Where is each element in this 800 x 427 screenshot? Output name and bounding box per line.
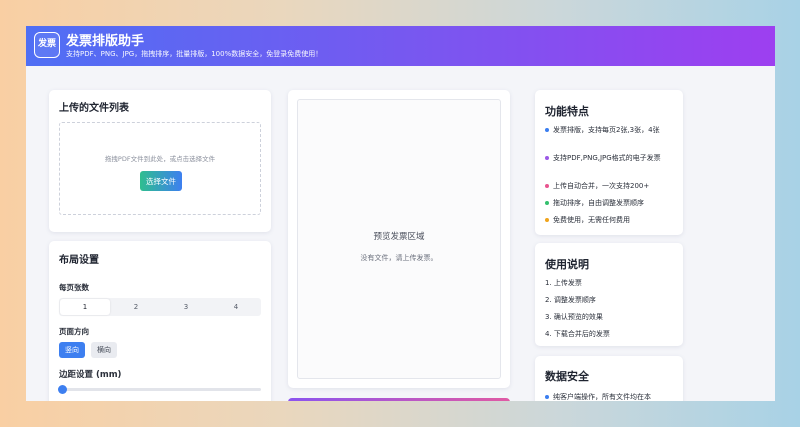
feature-item: 免费使用，无需任何费用	[545, 214, 677, 226]
orientation-label: 页面方向	[59, 327, 89, 336]
upload-card-title: 上传的文件列表	[59, 103, 129, 114]
per-page-label: 每页张数	[59, 283, 89, 292]
margin-slider-track[interactable]	[62, 388, 261, 391]
feature-bullet-icon	[545, 218, 549, 222]
feature-bullet-icon	[545, 128, 549, 132]
dropzone-hint: 拖拽PDF文件到此处，或点击选择文件	[104, 155, 216, 163]
per-page-option-1[interactable]: 1	[60, 299, 110, 315]
app-subtitle: 支持PDF、PNG、JPG，拖拽排序，批量排版，100%数据安全，免登录免费使用…	[66, 50, 323, 58]
choose-file-button[interactable]: 选择文件	[140, 171, 182, 191]
feature-item: 支持PDF,PNG,JPG格式的电子发票	[545, 152, 677, 164]
layout-card-title: 布局设置	[59, 255, 99, 266]
usage-step: 1. 上传发票	[545, 279, 582, 287]
usage-card-title: 使用说明	[545, 258, 589, 271]
feature-bullet-icon	[545, 184, 549, 188]
orientation-landscape-button[interactable]: 横向	[91, 342, 117, 358]
margin-label: 边距设置 (mm)	[59, 370, 122, 380]
app-header: 发票 发票排版助手 支持PDF、PNG、JPG，拖拽排序，批量排版，100%数据…	[26, 26, 775, 66]
per-page-option-4[interactable]: 4	[211, 298, 261, 316]
feature-item: 拖动排序，自由调整发票顺序	[545, 197, 677, 209]
generate-button-edge[interactable]	[288, 398, 510, 401]
app-window: 发票 发票排版助手 支持PDF、PNG、JPG，拖拽排序，批量排版，100%数据…	[26, 26, 775, 401]
security-bullet-icon	[545, 395, 549, 399]
orientation-portrait-button[interactable]: 竖向	[59, 342, 85, 358]
per-page-selector: 1 2 3 4	[59, 298, 261, 316]
per-page-option-2[interactable]: 2	[111, 298, 161, 316]
margin-slider-thumb[interactable]	[58, 385, 67, 394]
feature-bullet-icon	[545, 201, 549, 205]
app-title: 发票排版助手	[66, 34, 145, 49]
security-card: 数据安全 纯客户端操作，所有文件均在本	[535, 356, 683, 401]
usage-step: 2. 调整发票顺序	[545, 296, 596, 304]
preview-area: 预览发票区域 没有文件，请上传发票。	[297, 99, 501, 379]
preview-empty-message: 没有文件，请上传发票。	[360, 254, 438, 262]
features-card: 功能特点 发票排版，支持每页2张,3张，4张 支持PDF,PNG,JPG格式的电…	[535, 90, 683, 235]
preview-title: 预览发票区域	[373, 232, 425, 242]
feature-bullet-icon	[545, 156, 549, 160]
layout-settings-card: 布局设置 每页张数 1 2 3 4 页面方向 竖向 横向 边距设置 (mm)	[49, 241, 271, 401]
feature-item: 发票排版，支持每页2张,3张，4张	[545, 124, 677, 136]
upload-card: 上传的文件列表 拖拽PDF文件到此处，或点击选择文件 选择文件	[49, 90, 271, 232]
preview-card: 预览发票区域 没有文件，请上传发票。	[288, 90, 510, 388]
feature-item: 上传自动合并，一次支持200+	[545, 180, 677, 192]
usage-step: 3. 确认预览的效果	[545, 313, 603, 321]
usage-step: 4. 下载合并后的发票	[545, 330, 610, 338]
security-item: 纯客户端操作，所有文件均在本	[545, 391, 677, 401]
features-card-title: 功能特点	[545, 105, 589, 118]
file-dropzone[interactable]: 拖拽PDF文件到此处，或点击选择文件 选择文件	[59, 122, 261, 215]
per-page-option-3[interactable]: 3	[161, 298, 211, 316]
app-logo: 发票	[34, 32, 60, 58]
security-card-title: 数据安全	[545, 370, 589, 383]
usage-card: 使用说明 1. 上传发票 2. 调整发票顺序 3. 确认预览的效果 4. 下载合…	[535, 243, 683, 346]
